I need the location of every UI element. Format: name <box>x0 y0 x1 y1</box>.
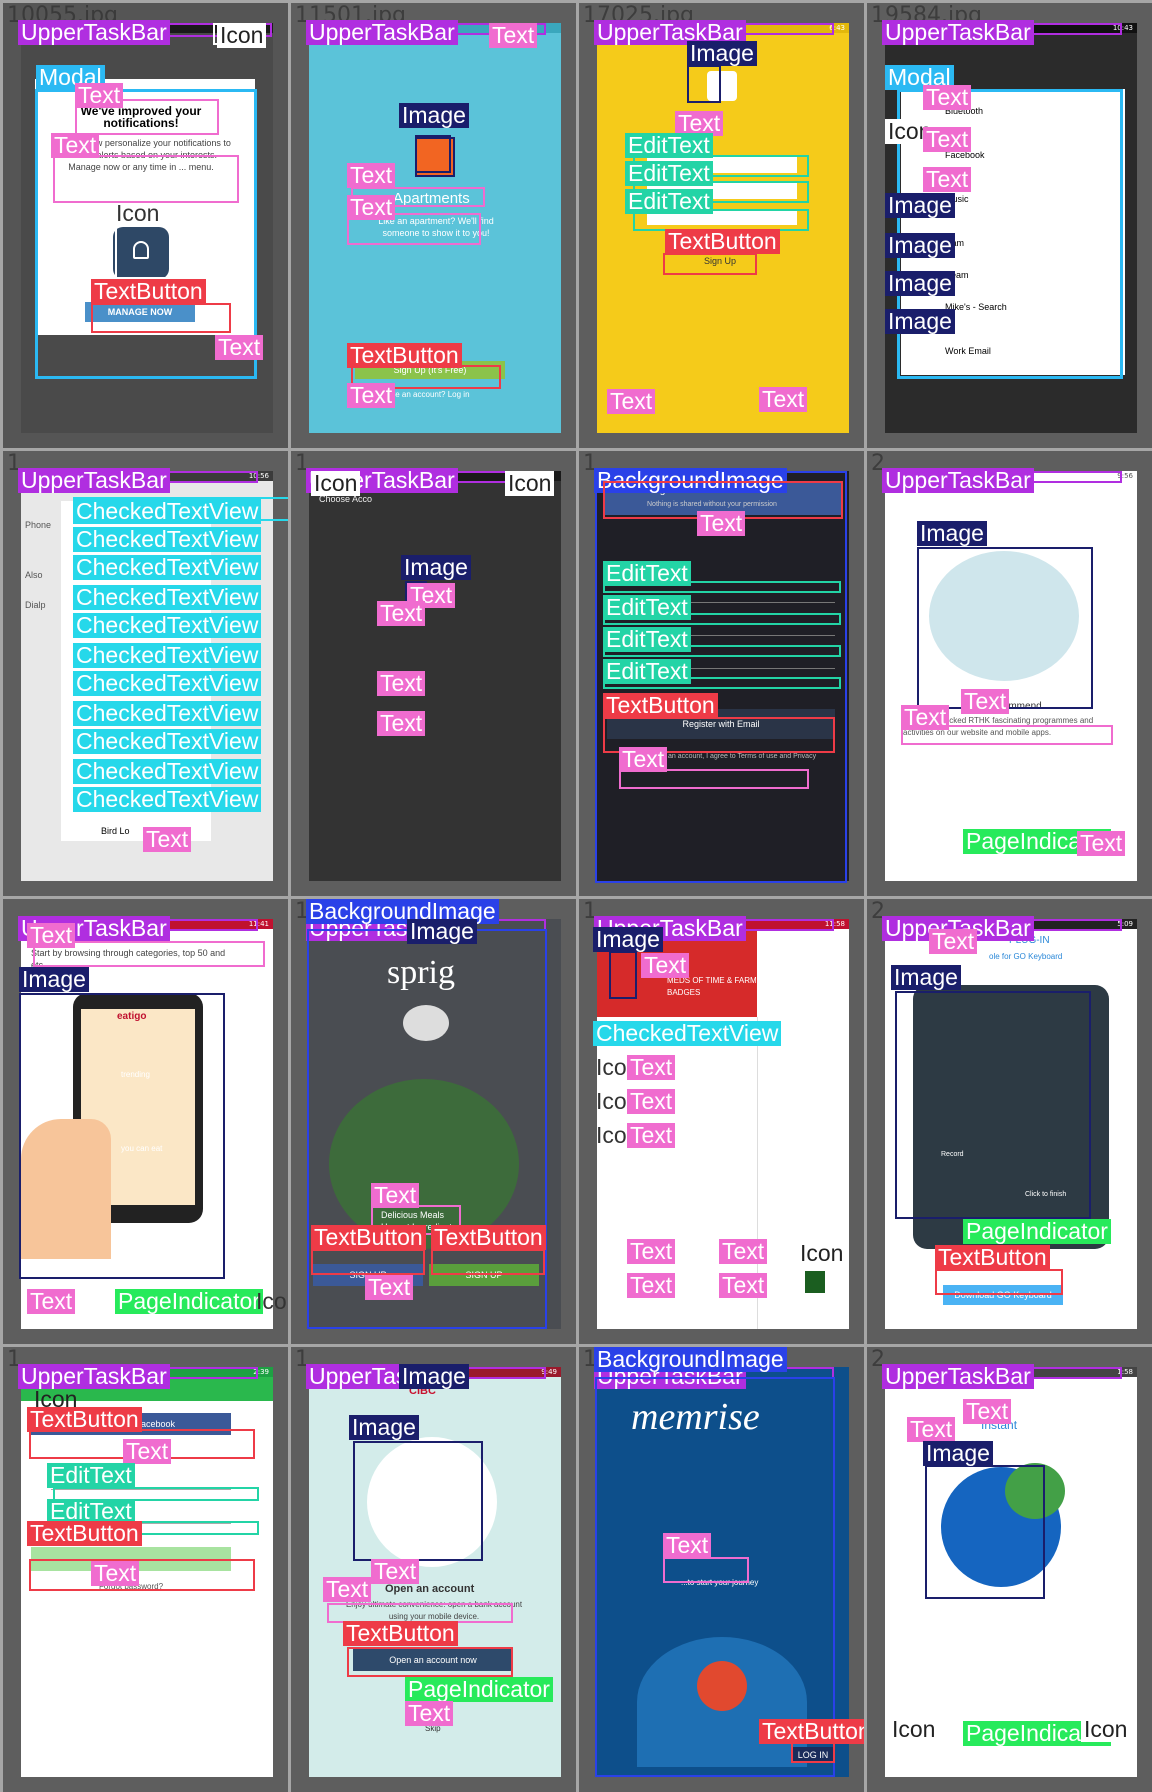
settings-row: Phone <box>25 520 52 530</box>
tile-6: 1 Choose Acco UpperTaskBar Icon Icon Ima… <box>288 448 576 896</box>
tile-13: 1 2:39 Sign in with Facebook Forgot pass… <box>0 1344 288 1792</box>
tile-15: 1 memrise ...to start your journey LOG I… <box>576 1344 864 1792</box>
drawer-header-text: MEDS OF TIME & FARM BADGES <box>667 976 757 997</box>
tile-8: 2 9:56 Recommend Enjoy handpicked RTHK f… <box>864 448 1152 896</box>
tile-16: 2 1:58 Instant UpperTaskBar Text Text Im… <box>864 1344 1152 1792</box>
tile-10: 1 sprig Delicious Meals Honest Ingredien… <box>288 896 576 1344</box>
tile-4: 19584.jpg 10:43 Bluetooth Facebook Music… <box>864 0 1152 448</box>
screenshot-grid: 10055.jpg We've improved your notificati… <box>0 0 1152 1792</box>
tile-2: 11501.jpg Apartments Like an apartment? … <box>288 0 576 448</box>
tile-14: 1 9:49 CIBC Open an account Enjoy ultima… <box>288 1344 576 1792</box>
tile-11: 1 11:58 MEDS OF TIME & FARM BADGES Upper… <box>576 896 864 1344</box>
tile-12: 2 5:09 PLUG-IN ole for GO Keyboard Recor… <box>864 896 1152 1344</box>
phone-screen: Choose Acco <box>309 471 561 881</box>
dialog-footer: Bird Lo <box>101 826 130 836</box>
settings-row: Dialp <box>25 600 46 610</box>
tile-1: 10055.jpg We've improved your notificati… <box>0 0 288 448</box>
tile-9: 11:41 Start by browsing through categori… <box>0 896 288 1344</box>
tile-7: 1 Register with Facebook Nothing is shar… <box>576 448 864 896</box>
plugin-subtitle: ole for GO Keyboard <box>989 952 1063 961</box>
tile-3: 17025.jpg 6:43 Sign Up UpperTaskBar Imag… <box>576 0 864 448</box>
open-account-title: Open an account <box>385 1583 475 1595</box>
settings-row: Also <box>25 570 43 580</box>
tile-5: 1 10:56 Phone Also Dialp Bird Lo UpperTa… <box>0 448 288 896</box>
